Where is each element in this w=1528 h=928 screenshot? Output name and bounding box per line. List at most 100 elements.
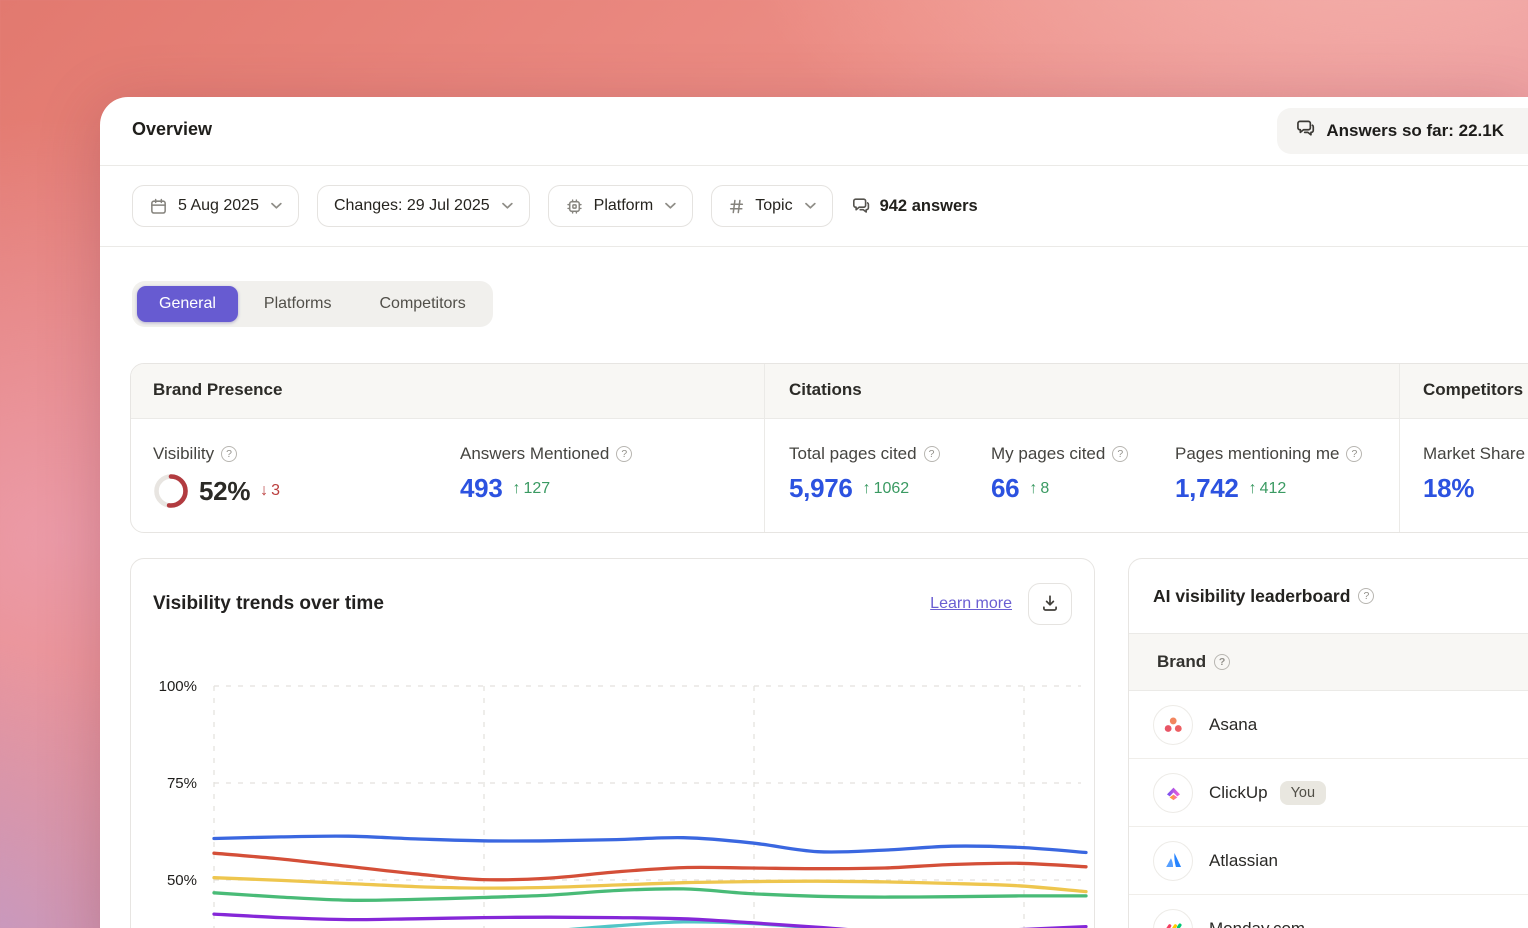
platform-filter-label: Platform [594, 197, 654, 215]
stats-card: Brand Presence Visibility? 52% ↓3 Answers Me… [130, 363, 1528, 533]
leaderboard-row-monday-com[interactable]: Monday.com [1129, 895, 1528, 928]
metric-answers-mentioned: Answers Mentioned? 493 ↑127 [460, 444, 632, 504]
date-filter-label: 5 Aug 2025 [178, 197, 259, 215]
leaderboard-row-atlassian[interactable]: Atlassian [1129, 827, 1528, 895]
arrow-up-icon: ↑ [1029, 480, 1037, 498]
metric-label-text: Market Share [1423, 444, 1525, 464]
chevron-down-icon [805, 202, 816, 210]
visibility-donut [153, 473, 189, 509]
help-icon[interactable]: ? [1358, 588, 1374, 604]
asana-logo [1153, 705, 1193, 745]
help-icon[interactable]: ? [1112, 446, 1128, 462]
answers-total-label: Answers so far: 22.1K [1326, 121, 1504, 141]
metric-delta: ↓3 [260, 482, 280, 500]
chevron-down-icon [271, 202, 282, 210]
view-tabs: General Platforms Competitors [132, 281, 493, 327]
metric-delta-value: 3 [271, 482, 280, 500]
y-tick-label: 75% [167, 775, 197, 792]
stats-section-title: Brand Presence [153, 380, 282, 400]
y-tick-label: 100% [159, 678, 197, 695]
tab-competitors[interactable]: Competitors [358, 286, 488, 322]
chart-actions: Learn more [930, 583, 1072, 625]
chat-bubbles-icon [851, 196, 871, 216]
changes-filter-button[interactable]: Changes: 29 Jul 2025 [317, 185, 530, 227]
help-icon[interactable]: ? [221, 446, 237, 462]
stats-section-divider [1399, 364, 1400, 532]
ai-visibility-leaderboard-card: AI visibility leaderboard ? Brand ? Asan… [1128, 558, 1528, 928]
learn-more-link[interactable]: Learn more [930, 595, 1012, 613]
leaderboard-column-header: Brand ? [1129, 633, 1528, 691]
brand-name: Asana [1209, 715, 1257, 735]
changes-filter-label: Changes: 29 Jul 2025 [334, 197, 490, 215]
answers-count-label: 942 answers [880, 197, 978, 216]
metric-delta-value: 1062 [874, 480, 910, 498]
metric-delta-value: 8 [1040, 480, 1049, 498]
help-icon[interactable]: ? [1346, 446, 1362, 462]
download-chart-button[interactable] [1028, 583, 1072, 625]
platform-filter-button[interactable]: Platform [548, 185, 694, 227]
tab-label: Platforms [264, 295, 332, 313]
metric-delta-value: 412 [1260, 480, 1287, 498]
chart-line-series-teal [214, 922, 1086, 928]
help-icon[interactable]: ? [1214, 654, 1230, 670]
stats-section-title: Competitors [1423, 380, 1523, 400]
date-filter-button[interactable]: 5 Aug 2025 [132, 185, 299, 227]
leaderboard-row-clickup[interactable]: ClickUpYou [1129, 759, 1528, 827]
download-icon [1040, 593, 1060, 616]
tab-label: General [159, 295, 216, 313]
metric-value: 52% [199, 476, 250, 507]
leaderboard-row-asana[interactable]: Asana [1129, 691, 1528, 759]
metric-label-text: Answers Mentioned [460, 444, 609, 464]
hash-icon [728, 198, 745, 215]
chart-line-series-purple [214, 914, 1086, 928]
metric-delta: ↑127 [512, 480, 550, 498]
metric-value-row: 5,976 ↑1062 [789, 473, 940, 504]
tab-label: Competitors [380, 295, 466, 313]
metric-value: 5,976 [789, 473, 853, 504]
chat-bubbles-icon [1295, 118, 1316, 144]
metric-label-text: Pages mentioning me [1175, 444, 1339, 464]
help-icon[interactable]: ? [924, 446, 940, 462]
chip-icon [565, 197, 584, 216]
clickup-logo [1153, 773, 1193, 813]
chart-header-row: Visibility trends over time Learn more [153, 583, 1072, 625]
metric-value-row: 493 ↑127 [460, 473, 632, 504]
metric-value-row: 1,742↑412 [1175, 473, 1362, 504]
metric-total-pages-cited: Total pages cited? 5,976 ↑1062 [789, 444, 940, 504]
metric-label-text: Visibility [153, 444, 214, 464]
brand-name: Atlassian [1209, 851, 1278, 871]
filter-bar: 5 Aug 2025 Changes: 29 Jul 2025 Platform [100, 166, 1528, 247]
tab-platforms[interactable]: Platforms [242, 286, 354, 322]
chart-line-series-blue [214, 836, 1086, 852]
metric-value-row: 66 ↑8 [991, 473, 1128, 504]
metric-value: 493 [460, 473, 502, 504]
leaderboard-title: AI visibility leaderboard [1153, 586, 1350, 607]
answers-count: 942 answers [851, 196, 978, 216]
metric-value-row: 52% ↓3 [153, 473, 280, 509]
arrow-up-icon: ↑ [863, 480, 871, 498]
metric-label: Answers Mentioned? [460, 444, 632, 464]
top-bar: Overview Answers so far: 22.1K [100, 97, 1528, 166]
chart-line-series-red [214, 853, 1086, 880]
metric-pages-mentioning-me: Pages mentioning me? 1,742↑412 [1175, 444, 1362, 504]
topic-filter-label: Topic [755, 197, 792, 215]
arrow-up-icon: ↑ [1249, 480, 1257, 498]
answers-total-pill: Answers so far: 22.1K [1277, 108, 1528, 154]
stats-section-divider [764, 364, 765, 532]
arrow-up-icon: ↑ [512, 480, 520, 498]
help-icon[interactable]: ? [616, 446, 632, 462]
monday-logo [1153, 909, 1193, 928]
chart-title: Visibility trends over time [153, 593, 384, 615]
metric-label-text: My pages cited [991, 444, 1105, 464]
metric-value: 66 [991, 473, 1019, 504]
metric-value-row: 18% [1423, 473, 1528, 504]
metric-label: My pages cited? [991, 444, 1128, 464]
chart-line-series-green [214, 889, 1086, 901]
metric-value: 18% [1423, 473, 1474, 504]
y-tick-label: 50% [167, 872, 197, 889]
metric-label-text: Total pages cited [789, 444, 917, 464]
topic-filter-button[interactable]: Topic [711, 185, 832, 227]
calendar-icon [149, 197, 168, 216]
brand-name: ClickUp [1209, 783, 1268, 803]
tab-general[interactable]: General [137, 286, 238, 322]
